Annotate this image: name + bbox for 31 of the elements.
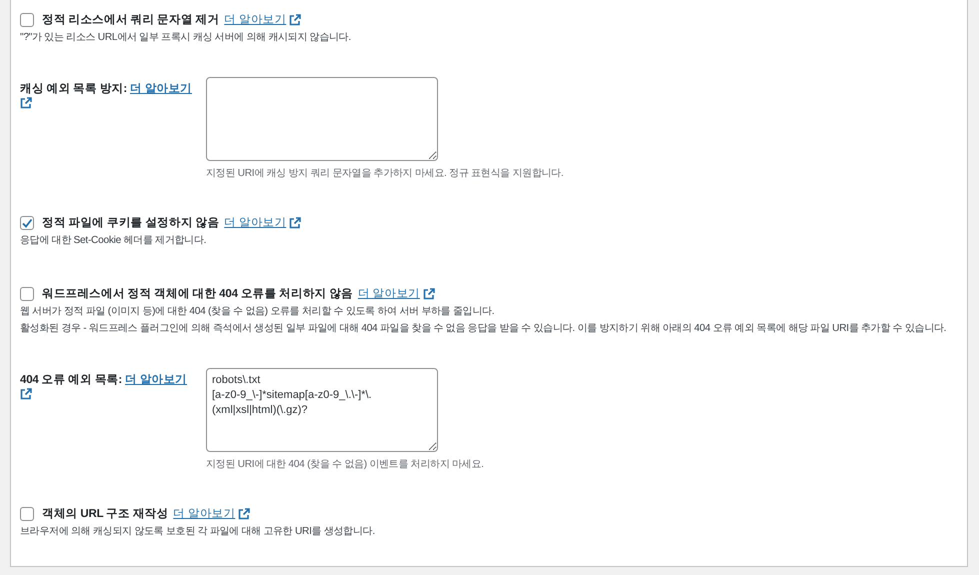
learn-more-link[interactable]: 더 알아보기 xyxy=(224,215,286,231)
external-link-icon xyxy=(422,288,435,300)
checkbox[interactable] xyxy=(20,216,34,230)
learn-more-link[interactable]: 더 알아보기 xyxy=(173,506,236,522)
field-label: 캐싱 예외 목록 방지: xyxy=(20,83,128,95)
option-description: "?"가 있는 리소스 URL에서 일부 프록시 캐싱 서버에 의해 캐시되지 않습니다. xyxy=(20,31,352,45)
text-area[interactable]: robots\.txt [a-z0-9_\-]*sitemap[a-z0-9_\.\-]*\.(xml|xsl|html)(\.gz)? xyxy=(206,368,438,452)
external-link-icon xyxy=(289,217,302,229)
option-label: 객체의 URL 구조 재작성 xyxy=(42,507,168,522)
checkbox[interactable] xyxy=(20,507,34,521)
field-hint: 지정된 URI에 대한 404 (찾을 수 없음) 이벤트를 처리하지 마세요. xyxy=(206,458,484,472)
learn-more-link[interactable]: 더 알아보기 xyxy=(224,12,286,28)
external-link-icon xyxy=(238,508,250,520)
learn-more-link[interactable]: 더 알아보기 xyxy=(125,374,188,386)
external-link-icon xyxy=(20,388,32,400)
external-link-icon xyxy=(289,14,302,26)
option-label: 정적 리소스에서 쿼리 문자열 제거 xyxy=(42,13,220,28)
option-description: 활성화된 경우 - 워드프레스 플러그인에 의해 즉석에서 생성된 일부 파일에 대해 404 파일을 찾을 수 없음 응답을 받을 수 있습니다. 이를 방지하기 위해 아래의 404 오류 예외 목록에 해당 파일 URI를 추가할 수 있습니다. xyxy=(20,322,948,336)
option-description: 웹 서버가 정적 파일 (이미지 등)에 대한 404 (찾을 수 없음) 오류를 처리할 수 있도록 하여 서버 부하를 줄입니다. xyxy=(20,305,496,319)
option-label: 정적 파일에 쿠키를 설정하지 않음 xyxy=(42,216,220,231)
checkbox[interactable] xyxy=(20,13,34,27)
option-description: 브라우저에 의해 캐싱되지 않도록 보호된 각 파일에 대해 고유한 URI를 생성합니다. xyxy=(20,525,376,539)
external-link-icon xyxy=(20,97,32,109)
learn-more-link[interactable]: 더 알아보기 xyxy=(358,286,420,302)
checkbox[interactable] xyxy=(20,287,34,301)
option-description: 응답에 대한 Set-Cookie 헤더를 제거합니다. xyxy=(20,234,208,248)
text-area[interactable] xyxy=(206,77,438,161)
field-label: 404 오류 예외 목록: xyxy=(20,374,122,386)
field-hint: 지정된 URI에 캐싱 방지 쿼리 문자열을 추가하지 마세요. 정규 표현식을 지원합니다. xyxy=(206,167,564,181)
learn-more-link[interactable]: 더 알아보기 xyxy=(130,83,192,95)
option-label: 워드프레스에서 정적 객체에 대한 404 오류를 처리하지 않음 xyxy=(42,287,353,302)
